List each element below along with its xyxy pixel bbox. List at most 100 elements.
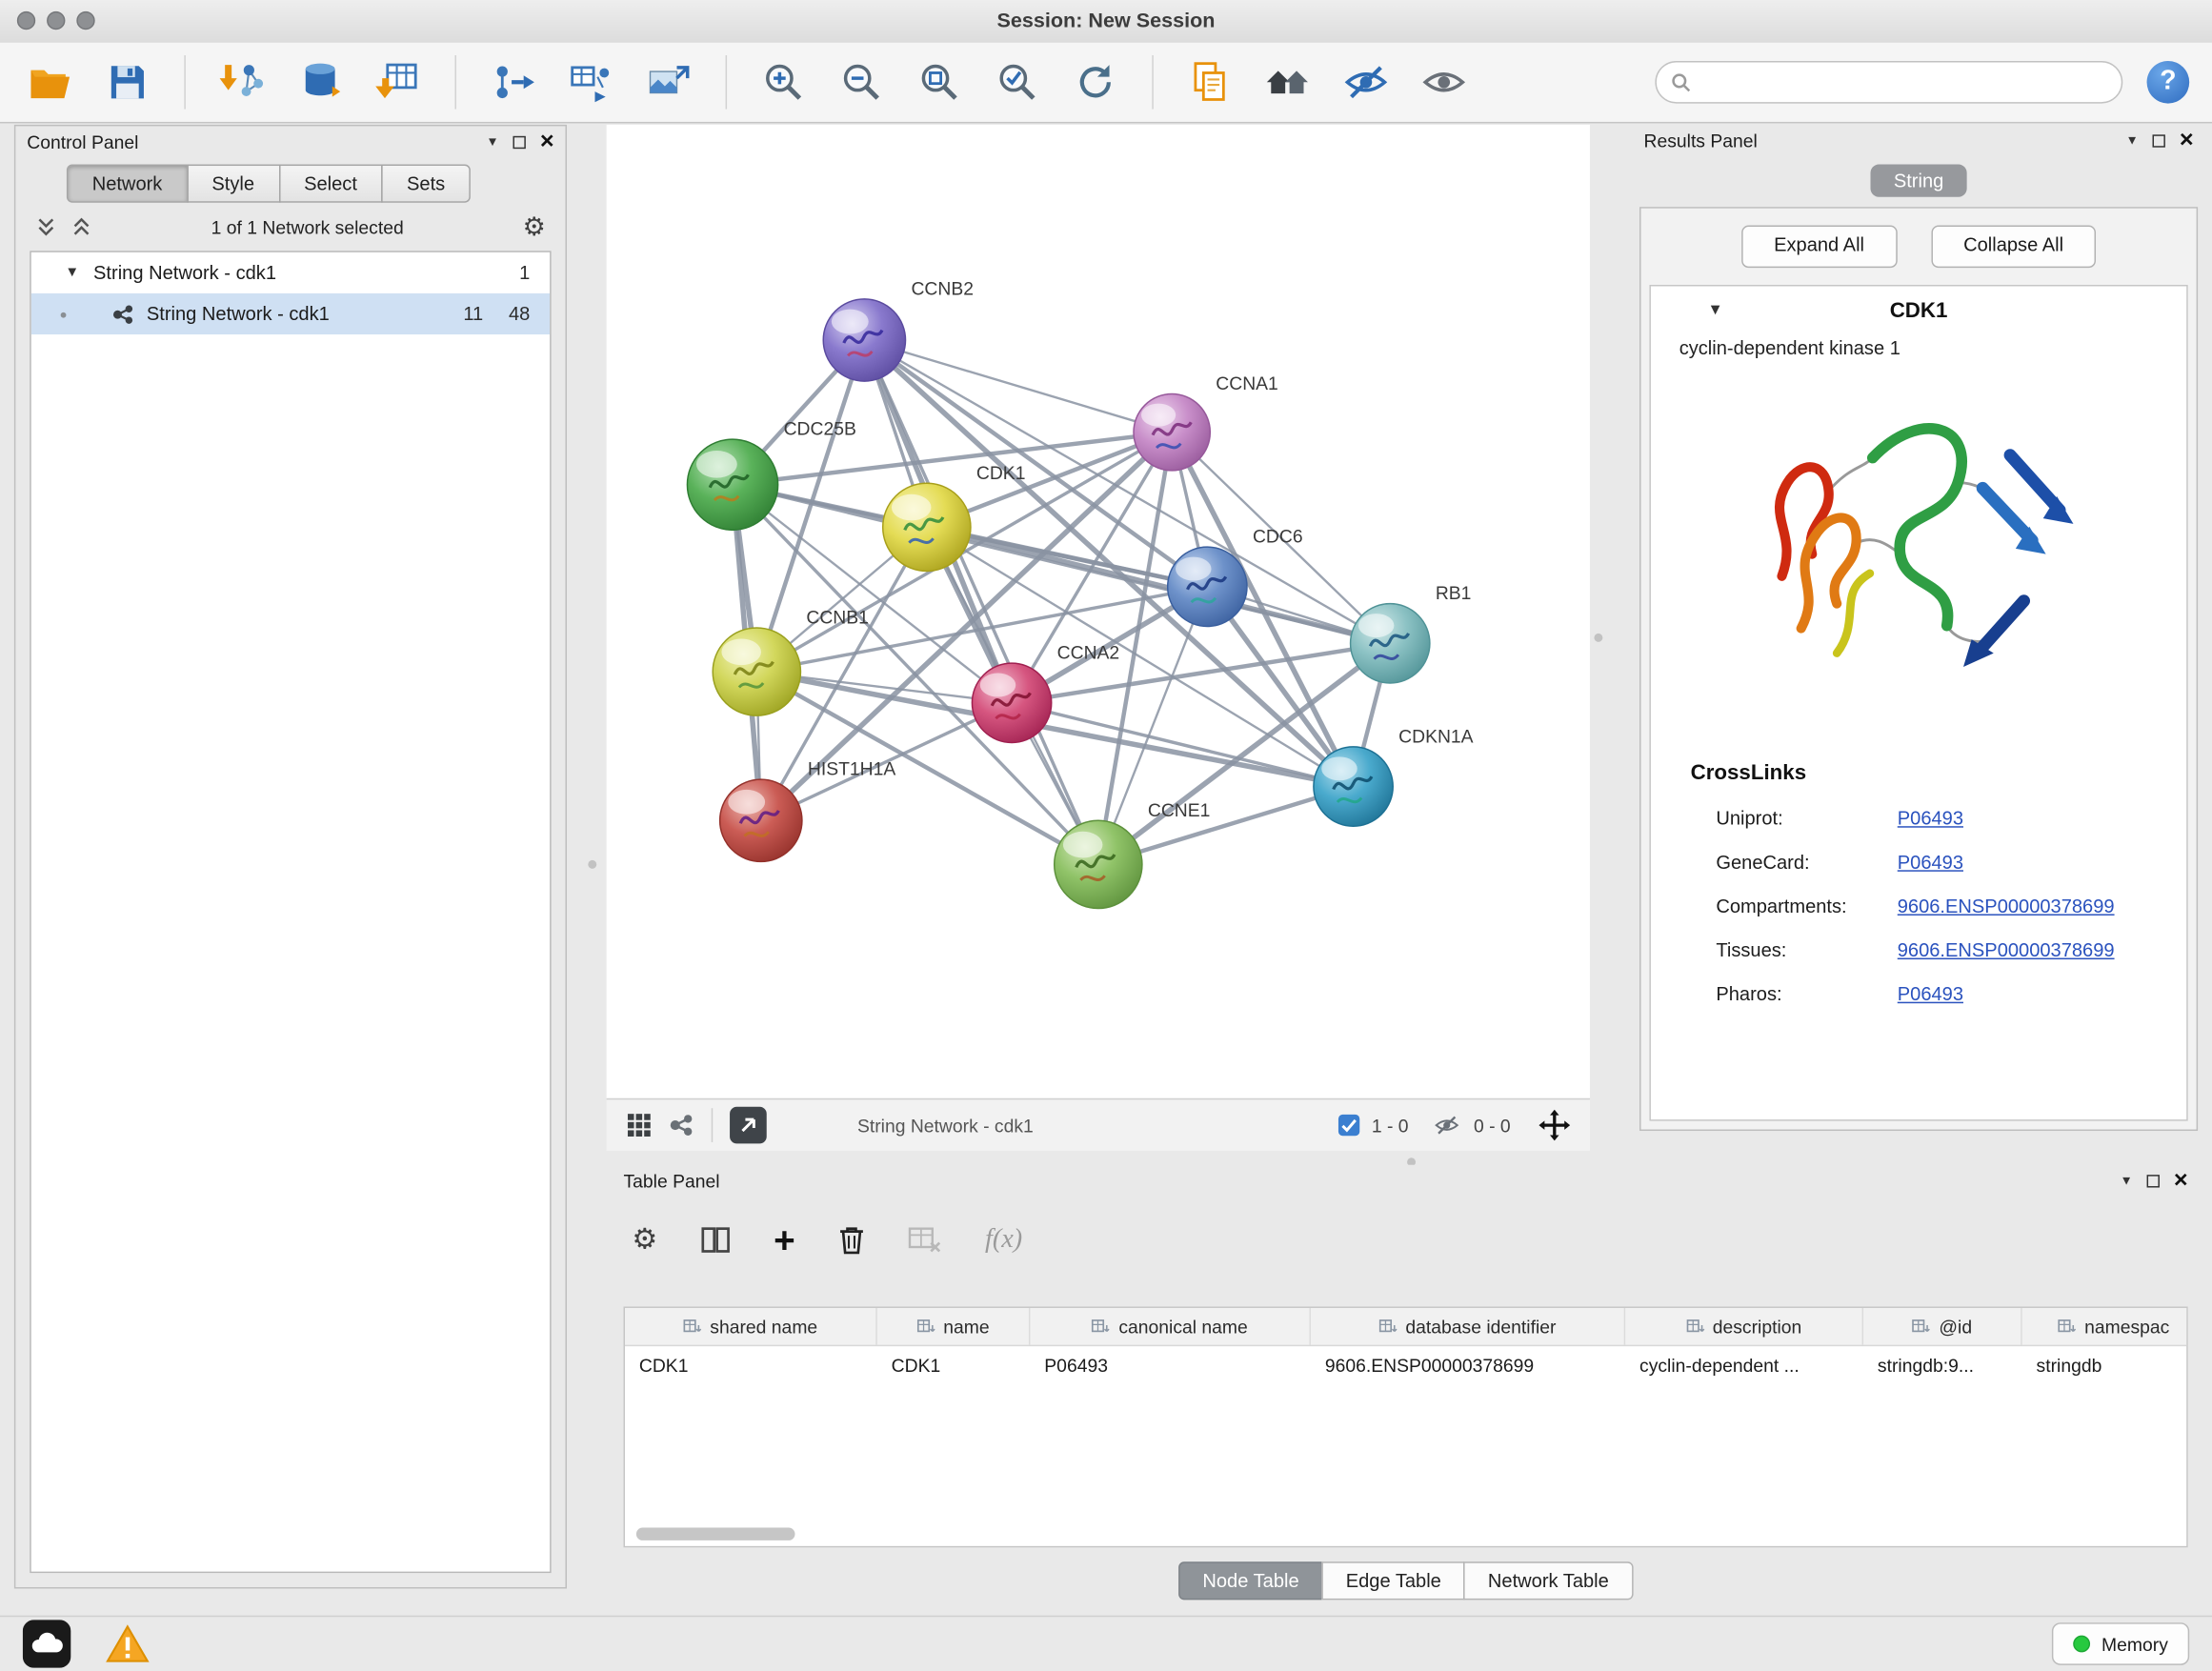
selected-checkbox-icon[interactable] [1337,1114,1360,1137]
search-field[interactable] [1655,61,2122,104]
import-network-button[interactable] [215,55,270,110]
table-horizontal-scrollbar[interactable] [636,1528,795,1540]
tab-network-table[interactable]: Network Table [1464,1561,1633,1600]
database-icon [297,59,343,105]
collapse-all-button[interactable]: Collapse All [1931,226,2096,269]
panel-float-icon[interactable] [513,135,526,148]
panel-menu-icon[interactable]: ▼ [486,134,498,149]
network-collection-row[interactable]: ▼ String Network - cdk1 1 [31,252,550,293]
panel-menu-icon[interactable]: ▼ [2121,1174,2133,1188]
vertical-splitter-handle[interactable] [1594,634,1602,642]
memory-button[interactable]: Memory [2052,1622,2189,1665]
zoom-out-button[interactable] [835,55,889,110]
table-cell: CDK1 [625,1346,877,1383]
refresh-view-button[interactable] [1069,55,1123,110]
table-options-gear-icon[interactable]: ⚙ [632,1227,657,1253]
column-header-name[interactable]: name [877,1308,1031,1345]
tab-string[interactable]: String [1871,165,1966,197]
edge-CCNB2-CCNE1[interactable] [864,340,1097,864]
add-column-icon[interactable]: + [774,1224,795,1256]
node-CCNB1[interactable]: CCNB1 [713,608,869,715]
column-header-shared-name[interactable]: shared name [625,1308,877,1345]
save-session-button[interactable] [101,55,155,110]
edge-CCNB2-CCNA1[interactable] [864,340,1172,433]
hidden-eye-slash-icon[interactable] [1431,1113,1462,1138]
panel-close-icon[interactable]: × [540,131,554,151]
network-view-title: String Network - cdk1 [857,1115,1034,1136]
import-table-button[interactable] [372,55,426,110]
column-header-canonical-name[interactable]: canonical name [1030,1308,1311,1345]
column-type-icon [683,1318,701,1335]
crosslink-value-link[interactable]: P06493 [1898,852,1963,873]
cloud-icon[interactable] [23,1620,71,1668]
node-RB1[interactable]: RB1 [1351,584,1472,683]
search-input[interactable] [1700,70,2107,94]
node-HIST1H1A[interactable]: HIST1H1A [720,760,896,862]
table-row[interactable]: CDK1CDK1P064939606.ENSP00000378699cyclin… [625,1346,2186,1383]
toolbar-separator [454,55,455,110]
export-image-button[interactable] [642,55,696,110]
show-all-button[interactable] [1418,55,1472,110]
grid-view-icon[interactable] [626,1113,652,1138]
zoom-selected-button[interactable] [991,55,1045,110]
node-table[interactable]: shared namenamecanonical namedatabase id… [624,1306,2188,1547]
zoom-in-button[interactable] [756,55,811,110]
network-graph: CCNB2CCNA1CDC25BCDK1CDC6RB1CCNB1CCNA2CDK… [607,125,1590,1098]
network-options-gear-icon[interactable]: ⚙ [523,214,546,240]
node-CCNA1[interactable]: CCNA1 [1134,374,1278,471]
expand-all-button[interactable]: Expand All [1741,226,1897,269]
panel-close-icon[interactable]: × [2174,1171,2188,1191]
node-CDC6[interactable]: CDC6 [1168,528,1303,627]
show-columns-icon[interactable] [700,1224,732,1256]
network-canvas[interactable]: CCNB2CCNA1CDC25BCDK1CDC6RB1CCNB1CCNA2CDK… [607,125,1590,1098]
column-header-description[interactable]: description [1625,1308,1863,1345]
open-session-button[interactable] [23,55,77,110]
tab-node-table[interactable]: Node Table [1178,1561,1323,1600]
crosslink-value-link[interactable]: 9606.ENSP00000378699 [1898,896,2115,916]
column-type-icon [1092,1318,1110,1335]
new-network-from-selection-button[interactable] [486,55,540,110]
column-header-namespac[interactable]: namespac [2022,1308,2188,1345]
crosslink-value-link[interactable]: P06493 [1898,983,1963,1004]
vertical-splitter-handle[interactable] [588,860,596,869]
network-row-selected[interactable]: ● String Network - cdk1 11 48 [31,293,550,334]
hide-selected-button[interactable] [1339,55,1394,110]
pan-crosshair-icon[interactable] [1538,1110,1570,1141]
diagonal-arrow-icon [738,1116,758,1136]
node-CDK1[interactable]: CDK1 [883,464,1026,572]
panel-float-icon[interactable] [2147,1174,2160,1186]
open-in-new-window-button[interactable] [730,1107,767,1144]
help-button[interactable]: ? [2147,61,2190,104]
panel-float-icon[interactable] [2153,134,2165,147]
panel-menu-icon[interactable]: ▼ [2125,133,2138,148]
toolbar-separator [726,55,727,110]
new-network-from-table-button[interactable] [564,55,618,110]
tab-edge-table[interactable]: Edge Table [1321,1561,1465,1600]
tab-network[interactable]: Network [67,165,188,203]
title-bar: Session: New Session [0,0,2212,44]
application-window: Session: New Session [0,0,2212,1671]
import-network-from-database-button[interactable] [293,55,348,110]
collapse-all-icon[interactable] [35,216,56,237]
protein-disclosure-icon[interactable]: ▼ [1707,302,1722,319]
column-header--id[interactable]: @id [1863,1308,2022,1345]
crosslink-value-link[interactable]: P06493 [1898,808,1963,829]
crosslink-value-link[interactable]: 9606.ENSP00000378699 [1898,939,2115,960]
zoom-fit-button[interactable] [913,55,967,110]
network-view-icon[interactable] [669,1113,694,1138]
hidden-node-edge-count: 0 - 0 [1474,1115,1511,1136]
search-icon [1671,71,1692,92]
tab-sets[interactable]: Sets [381,165,471,203]
copy-button[interactable] [1183,55,1237,110]
delete-column-trash-icon[interactable] [837,1224,866,1256]
node-CDKN1A[interactable]: CDKN1A [1314,727,1474,826]
warning-icon[interactable] [105,1622,151,1665]
tab-style[interactable]: Style [187,165,280,203]
network-from-table-icon [568,59,613,105]
tab-select[interactable]: Select [278,165,382,203]
panel-close-icon[interactable]: × [2180,131,2194,151]
expand-all-icon[interactable] [70,216,91,237]
home-button[interactable] [1261,55,1316,110]
tree-disclosure-icon[interactable]: ▼ [65,265,79,280]
column-header-database-identifier[interactable]: database identifier [1311,1308,1625,1345]
